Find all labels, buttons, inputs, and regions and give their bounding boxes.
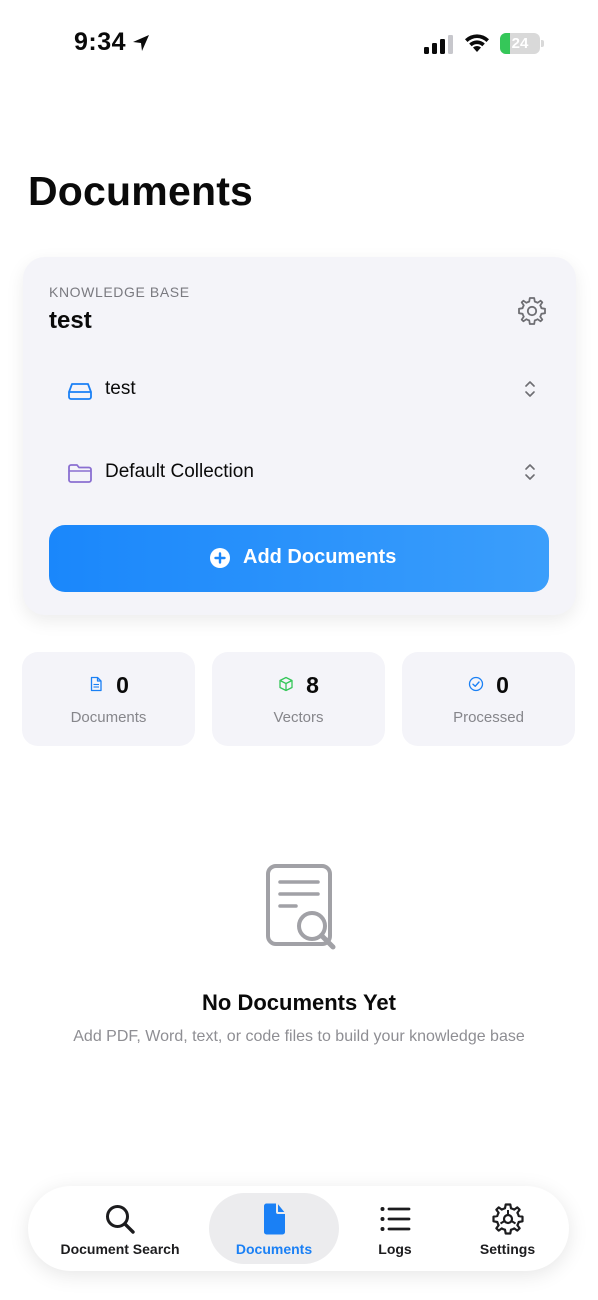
tab-logs[interactable]: Logs xyxy=(350,1193,440,1264)
wifi-icon xyxy=(465,34,489,52)
add-documents-label: Add Documents xyxy=(243,546,397,568)
document-icon xyxy=(264,1203,285,1235)
chevron-up-down-icon xyxy=(525,381,535,397)
stat-card-vectors: 8 Vectors xyxy=(212,652,385,746)
empty-state-title: No Documents Yet xyxy=(202,990,396,1015)
store-picker-label: test xyxy=(105,378,136,399)
empty-state-subtitle: Add PDF, Word, text, or code files to bu… xyxy=(73,1028,525,1045)
tab-documents[interactable]: Documents xyxy=(209,1193,339,1264)
document-search-icon xyxy=(266,864,336,950)
tab-label: Document Search xyxy=(60,1241,180,1257)
stat-label: Processed xyxy=(453,709,524,726)
chevron-up-down-icon xyxy=(525,464,535,480)
hard-drive-icon xyxy=(68,383,92,400)
stat-value: 0 xyxy=(496,672,509,698)
tab-label: Documents xyxy=(235,1241,313,1257)
knowledge-base-name: test xyxy=(49,307,92,334)
gear-icon xyxy=(491,1203,524,1235)
collection-picker[interactable]: Default Collection xyxy=(67,451,537,495)
tab-settings[interactable]: Settings xyxy=(460,1193,555,1264)
battery-indicator: 24 xyxy=(500,33,544,54)
page-title: Documents xyxy=(28,168,254,214)
add-documents-button[interactable]: Add Documents xyxy=(49,525,549,592)
knowledge-base-card: KNOWLEDGE BASE test test Default Collect… xyxy=(23,257,576,615)
location-arrow-icon xyxy=(133,35,149,51)
tab-bar: Document Search Documents Logs Settings xyxy=(28,1186,569,1271)
cellular-signal-icon xyxy=(424,35,453,54)
tab-label: Settings xyxy=(479,1241,536,1257)
stat-card-processed: 0 Processed xyxy=(402,652,575,746)
stat-value: 8 xyxy=(306,672,319,698)
list-icon xyxy=(380,1207,411,1231)
folder-icon xyxy=(68,464,92,483)
stat-label: Documents xyxy=(70,709,147,726)
search-icon xyxy=(106,1205,135,1234)
stat-label: Vectors xyxy=(273,709,324,726)
battery-level: 24 xyxy=(511,35,529,52)
cube-icon xyxy=(279,676,293,691)
check-circle-icon xyxy=(468,676,484,691)
tab-document-search[interactable]: Document Search xyxy=(50,1193,190,1264)
collection-picker-label: Default Collection xyxy=(105,461,254,482)
stat-value: 0 xyxy=(116,672,129,698)
knowledge-base-eyebrow: KNOWLEDGE BASE xyxy=(49,284,190,300)
stat-card-documents: 0 Documents xyxy=(22,652,195,746)
document-icon xyxy=(90,676,102,691)
gear-icon[interactable] xyxy=(516,295,548,327)
status-time: 9:34 xyxy=(74,28,127,56)
plus-circle-icon xyxy=(210,548,230,568)
tab-label: Logs xyxy=(378,1241,412,1257)
store-picker[interactable]: test xyxy=(67,368,537,412)
status-bar: 9:34 24 xyxy=(0,0,598,90)
